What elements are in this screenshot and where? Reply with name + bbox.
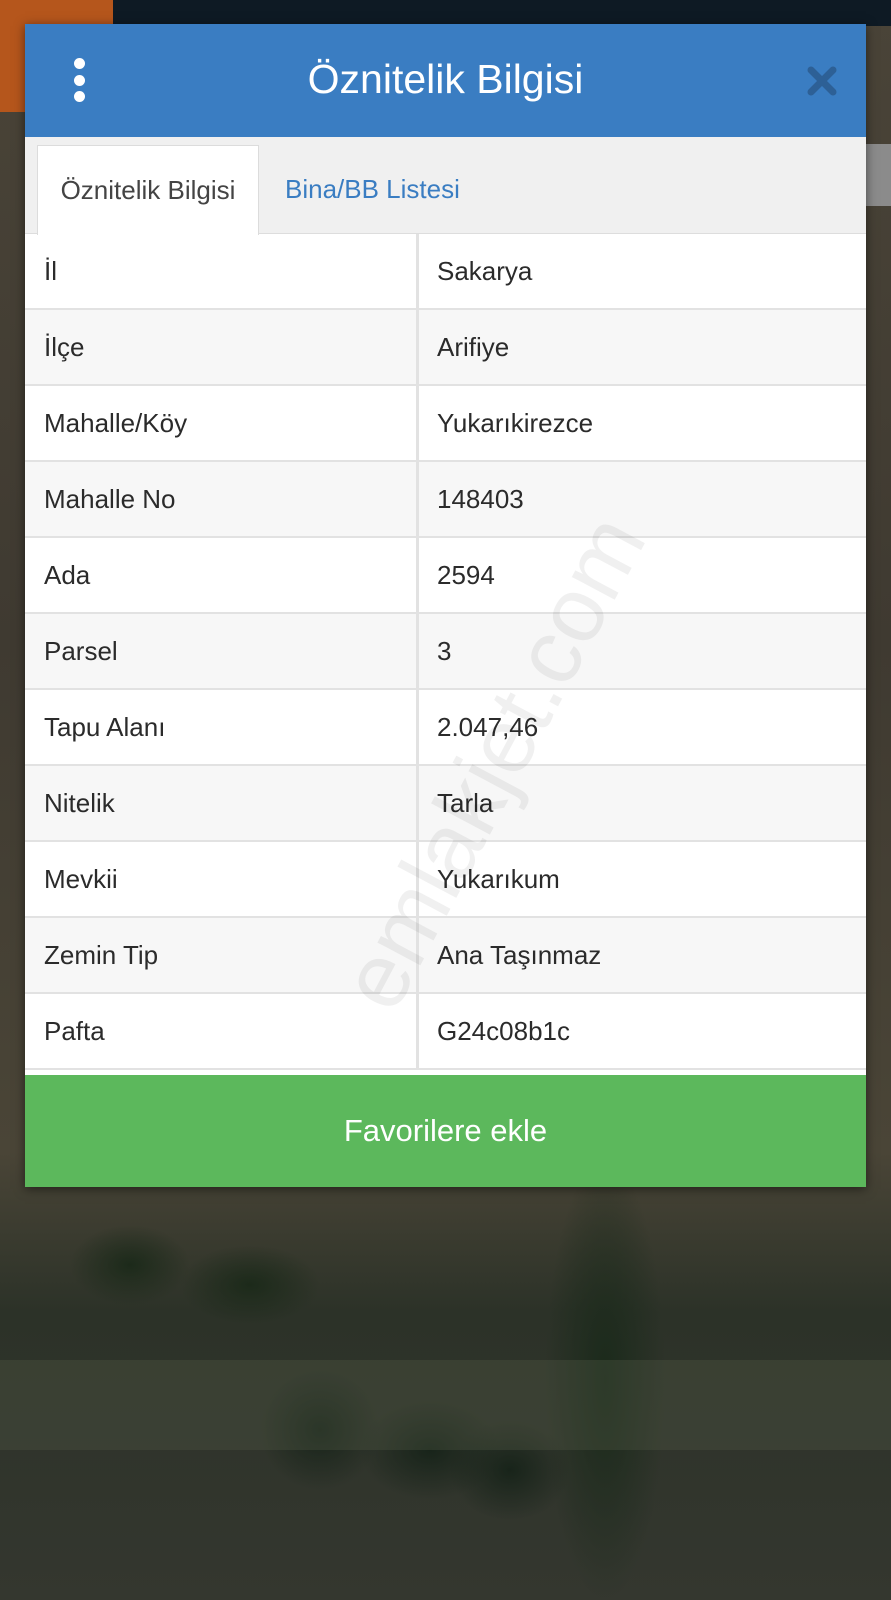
table-row: Mahalle/Köy Yukarıkirezce <box>25 386 866 462</box>
row-value: 3 <box>437 636 452 666</box>
row-key: Mevkii <box>25 842 419 916</box>
attribute-info-dialog: Öznitelik Bilgisi Öznitelik Bilgisi Bina… <box>25 24 866 1187</box>
row-value: 148403 <box>437 484 524 514</box>
add-to-favorites-button[interactable]: Favorilere ekle <box>25 1075 866 1187</box>
dialog-header: Öznitelik Bilgisi <box>25 24 866 137</box>
row-key: İl <box>25 234 419 308</box>
table-row: Zemin Tip Ana Taşınmaz <box>25 918 866 994</box>
row-key: İlçe <box>25 310 419 384</box>
row-value: G24c08b1c <box>437 1016 570 1046</box>
row-value: Tarla <box>437 788 494 818</box>
row-key: Mahalle/Köy <box>25 386 419 460</box>
row-key: Zemin Tip <box>25 918 419 992</box>
table-row: Parsel 3 <box>25 614 866 690</box>
table-row: İlçe Arifiye <box>25 310 866 386</box>
map-tile-dark <box>113 0 891 26</box>
table-row: Mevkii Yukarıkum <box>25 842 866 918</box>
table-row: Tapu Alanı 2.047,46 <box>25 690 866 766</box>
table-row: Ada 2594 <box>25 538 866 614</box>
row-value: 2594 <box>437 560 495 590</box>
row-key: Pafta <box>25 994 419 1068</box>
tab-attribute-info[interactable]: Öznitelik Bilgisi <box>37 145 259 235</box>
row-key: Nitelik <box>25 766 419 840</box>
map-control-edge <box>866 144 891 206</box>
row-value: Arifiye <box>437 332 510 362</box>
tab-building-list[interactable]: Bina/BB Listesi <box>285 145 460 233</box>
table-row: İl Sakarya <box>25 234 866 310</box>
row-key: Mahalle No <box>25 462 419 536</box>
dialog-title: Öznitelik Bilgisi <box>307 56 584 102</box>
close-icon[interactable] <box>804 63 840 99</box>
attribute-table: İl Sakarya İlçe Arifiye Mahalle/Köy Yuka… <box>25 234 866 1070</box>
row-key: Ada <box>25 538 419 612</box>
table-row: Nitelik Tarla <box>25 766 866 842</box>
row-value: Yukarıkirezce <box>437 408 594 438</box>
table-row: Pafta G24c08b1c <box>25 994 866 1070</box>
row-value: Sakarya <box>437 256 533 286</box>
row-key: Parsel <box>25 614 419 688</box>
row-value: Ana Taşınmaz <box>437 940 602 970</box>
table-row: Mahalle No 148403 <box>25 462 866 538</box>
row-key: Tapu Alanı <box>25 690 419 764</box>
row-value: Yukarıkum <box>437 864 560 894</box>
tab-bar: Öznitelik Bilgisi Bina/BB Listesi <box>25 137 866 235</box>
row-value: 2.047,46 <box>437 712 539 742</box>
map-field <box>0 1360 891 1450</box>
